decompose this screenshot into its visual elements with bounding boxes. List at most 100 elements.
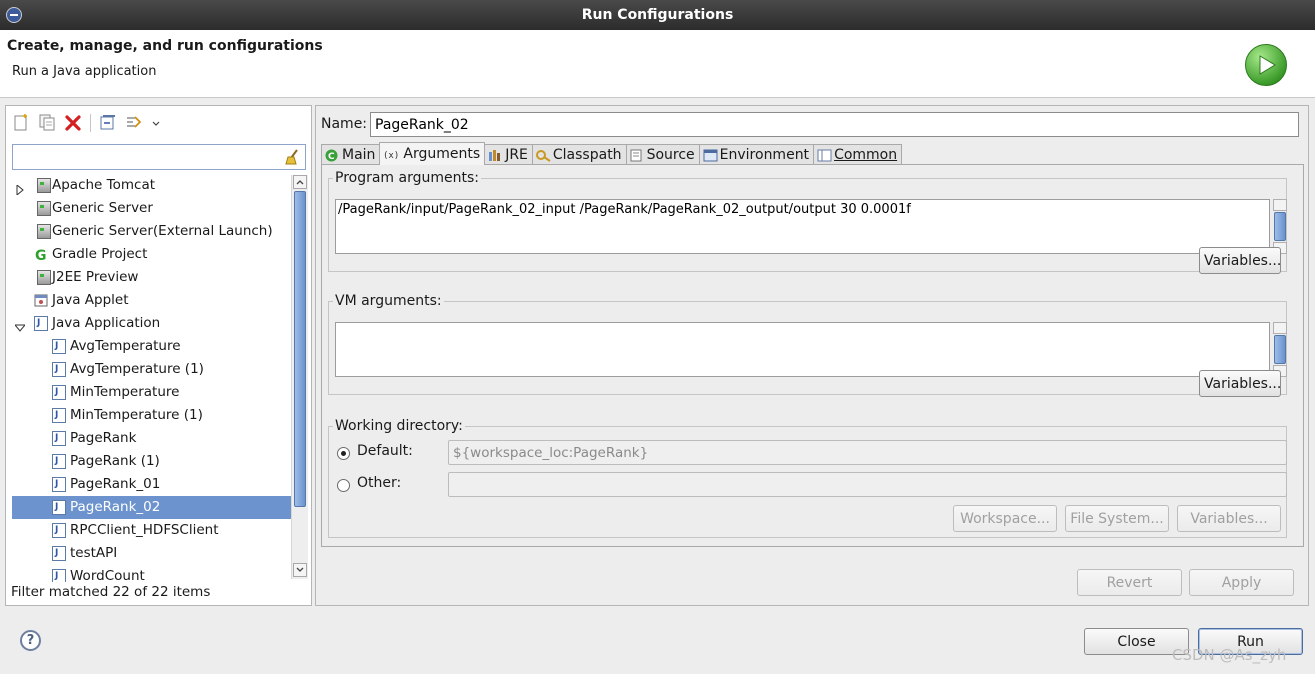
vm-arguments-group: VM arguments: Variables...	[328, 293, 1287, 397]
svg-text:G: G	[35, 248, 47, 262]
server-icon	[37, 178, 51, 193]
tree-item[interactable]: AvgTemperature (1)	[6, 358, 292, 381]
program-arguments-scrollbar[interactable]	[1273, 199, 1287, 254]
tree-item[interactable]: testAPI	[6, 542, 292, 565]
window-menu-icon[interactable]	[6, 7, 22, 23]
tree-item[interactable]: RPCClient_HDFSClient	[6, 519, 292, 542]
file-system-button[interactable]: File System...	[1065, 505, 1169, 532]
collapse-all-icon[interactable]	[99, 114, 117, 132]
scroll-up-arrow[interactable]	[1273, 322, 1287, 334]
default-dir-radio[interactable]	[337, 447, 350, 460]
arguments-tab-pane: Program arguments: /PageRank/input/PageR…	[321, 164, 1304, 547]
workspace-button[interactable]: Workspace...	[953, 505, 1057, 532]
environment-tab-icon	[703, 149, 718, 162]
tree-item[interactable]: PageRank	[6, 427, 292, 450]
view-menu-chevron-down-icon[interactable]	[151, 114, 161, 132]
tree-item[interactable]: AvgTemperature	[6, 335, 292, 358]
tab-arguments[interactable]: (x)= Arguments	[379, 142, 486, 165]
configuration-list-panel: Apache Tomcat Generic Server Generic Serve…	[5, 105, 312, 606]
header-title: Create, manage, and run configurations	[7, 38, 323, 54]
default-dir-label: Default:	[357, 443, 413, 459]
applet-icon	[34, 293, 48, 308]
tab-classpath[interactable]: Classpath	[531, 144, 627, 165]
scroll-thumb[interactable]	[294, 191, 306, 507]
tree-item-label: Apache Tomcat	[52, 177, 156, 193]
scroll-down-arrow[interactable]	[293, 563, 307, 577]
tab-label: Environment	[719, 147, 810, 163]
expand-chevron-right-icon[interactable]	[15, 180, 25, 197]
configuration-tree: Apache Tomcat Generic Server Generic Serve…	[6, 174, 292, 582]
classpath-tab-icon	[535, 149, 551, 162]
tab-label: JRE	[505, 147, 528, 163]
vm-variables-button[interactable]: Variables...	[1199, 370, 1281, 397]
program-arguments-group: Program arguments: /PageRank/input/PageR…	[328, 170, 1287, 274]
expand-chevron-down-icon[interactable]	[13, 318, 27, 332]
arguments-tab-icon: (x)=	[383, 148, 405, 161]
tab-environment[interactable]: Environment	[698, 144, 815, 165]
scroll-thumb[interactable]	[1274, 212, 1286, 241]
scroll-thumb[interactable]	[1274, 335, 1286, 364]
clear-filter-icon[interactable]	[285, 149, 301, 165]
tree-item[interactable]: G Gradle Project	[6, 243, 292, 266]
java-app-icon	[52, 565, 66, 582]
tree-item-label: PageRank	[70, 430, 137, 446]
tree-item[interactable]: MinTemperature	[6, 381, 292, 404]
tab-label: Arguments	[403, 146, 481, 162]
other-dir-field	[448, 472, 1287, 497]
name-label: Name:	[321, 116, 368, 132]
program-variables-button[interactable]: Variables...	[1199, 247, 1281, 274]
tree-item-label: J2EE Preview	[52, 269, 139, 285]
tree-item[interactable]: Generic Server	[6, 197, 292, 220]
tab-jre[interactable]: JRE	[484, 144, 533, 165]
java-app-icon	[52, 542, 66, 565]
tree-item-label: Generic Server	[52, 200, 153, 216]
vm-arguments-scrollbar[interactable]	[1273, 322, 1287, 377]
tab-main[interactable]: C Main	[321, 144, 381, 165]
server-icon	[37, 224, 51, 239]
java-app-icon	[34, 312, 48, 335]
scroll-up-arrow[interactable]	[1273, 199, 1287, 211]
help-icon[interactable]: ?	[20, 630, 41, 651]
other-dir-radio[interactable]	[337, 479, 350, 492]
tree-item[interactable]: Java Applet	[6, 289, 292, 312]
scroll-up-arrow[interactable]	[293, 175, 307, 189]
tree-item[interactable]: Generic Server(External Launch)	[6, 220, 292, 243]
tab-source[interactable]: Source	[625, 144, 700, 165]
program-arguments-input[interactable]: /PageRank/input/PageRank_02_input /PageR…	[335, 199, 1270, 254]
tab-common[interactable]: Common	[813, 144, 903, 165]
window-title: Run Configurations	[581, 7, 734, 23]
delete-configuration-icon[interactable]	[64, 114, 82, 132]
header-subtitle: Run a Java application	[12, 64, 157, 79]
tree-item-label: Generic Server(External Launch)	[52, 223, 273, 239]
java-app-icon	[52, 450, 66, 473]
tree-item[interactable]: Apache Tomcat	[6, 174, 292, 197]
name-input[interactable]	[370, 112, 1299, 137]
tree-item[interactable]: J2EE Preview	[6, 266, 292, 289]
main-tab-icon: C	[325, 149, 338, 162]
program-arguments-title: Program arguments:	[333, 170, 481, 186]
svg-text:C: C	[328, 152, 335, 162]
tree-item[interactable]: WordCount	[6, 565, 292, 582]
tree-item[interactable]: PageRank (1)	[6, 450, 292, 473]
editor-tabs: C Main (x)= Arguments JRE Classpath Source Envi…	[321, 142, 903, 165]
working-dir-variables-button[interactable]: Variables...	[1177, 505, 1281, 532]
java-app-icon	[52, 519, 66, 542]
tree-vertical-scrollbar[interactable]	[291, 175, 308, 579]
filter-configurations-icon[interactable]	[125, 114, 143, 132]
tree-item[interactable]: PageRank_01	[6, 473, 292, 496]
tree-item[interactable]: MinTemperature (1)	[6, 404, 292, 427]
revert-button[interactable]: Revert	[1077, 569, 1182, 596]
tree-item[interactable]: PageRank_02	[12, 496, 292, 519]
vm-arguments-input[interactable]	[335, 322, 1270, 377]
new-configuration-icon[interactable]	[12, 114, 30, 132]
svg-text:(x)=: (x)=	[383, 151, 399, 161]
left-toolbar	[12, 112, 161, 134]
source-tab-icon	[630, 149, 643, 162]
duplicate-configuration-icon[interactable]	[38, 114, 56, 132]
apply-button[interactable]: Apply	[1189, 569, 1294, 596]
working-directory-title: Working directory:	[333, 418, 465, 434]
filter-input[interactable]	[17, 146, 277, 168]
tree-item-label: Java Application	[52, 315, 161, 331]
tree-item[interactable]: Java Application	[6, 312, 292, 335]
tree-item-label: WordCount	[70, 568, 145, 582]
